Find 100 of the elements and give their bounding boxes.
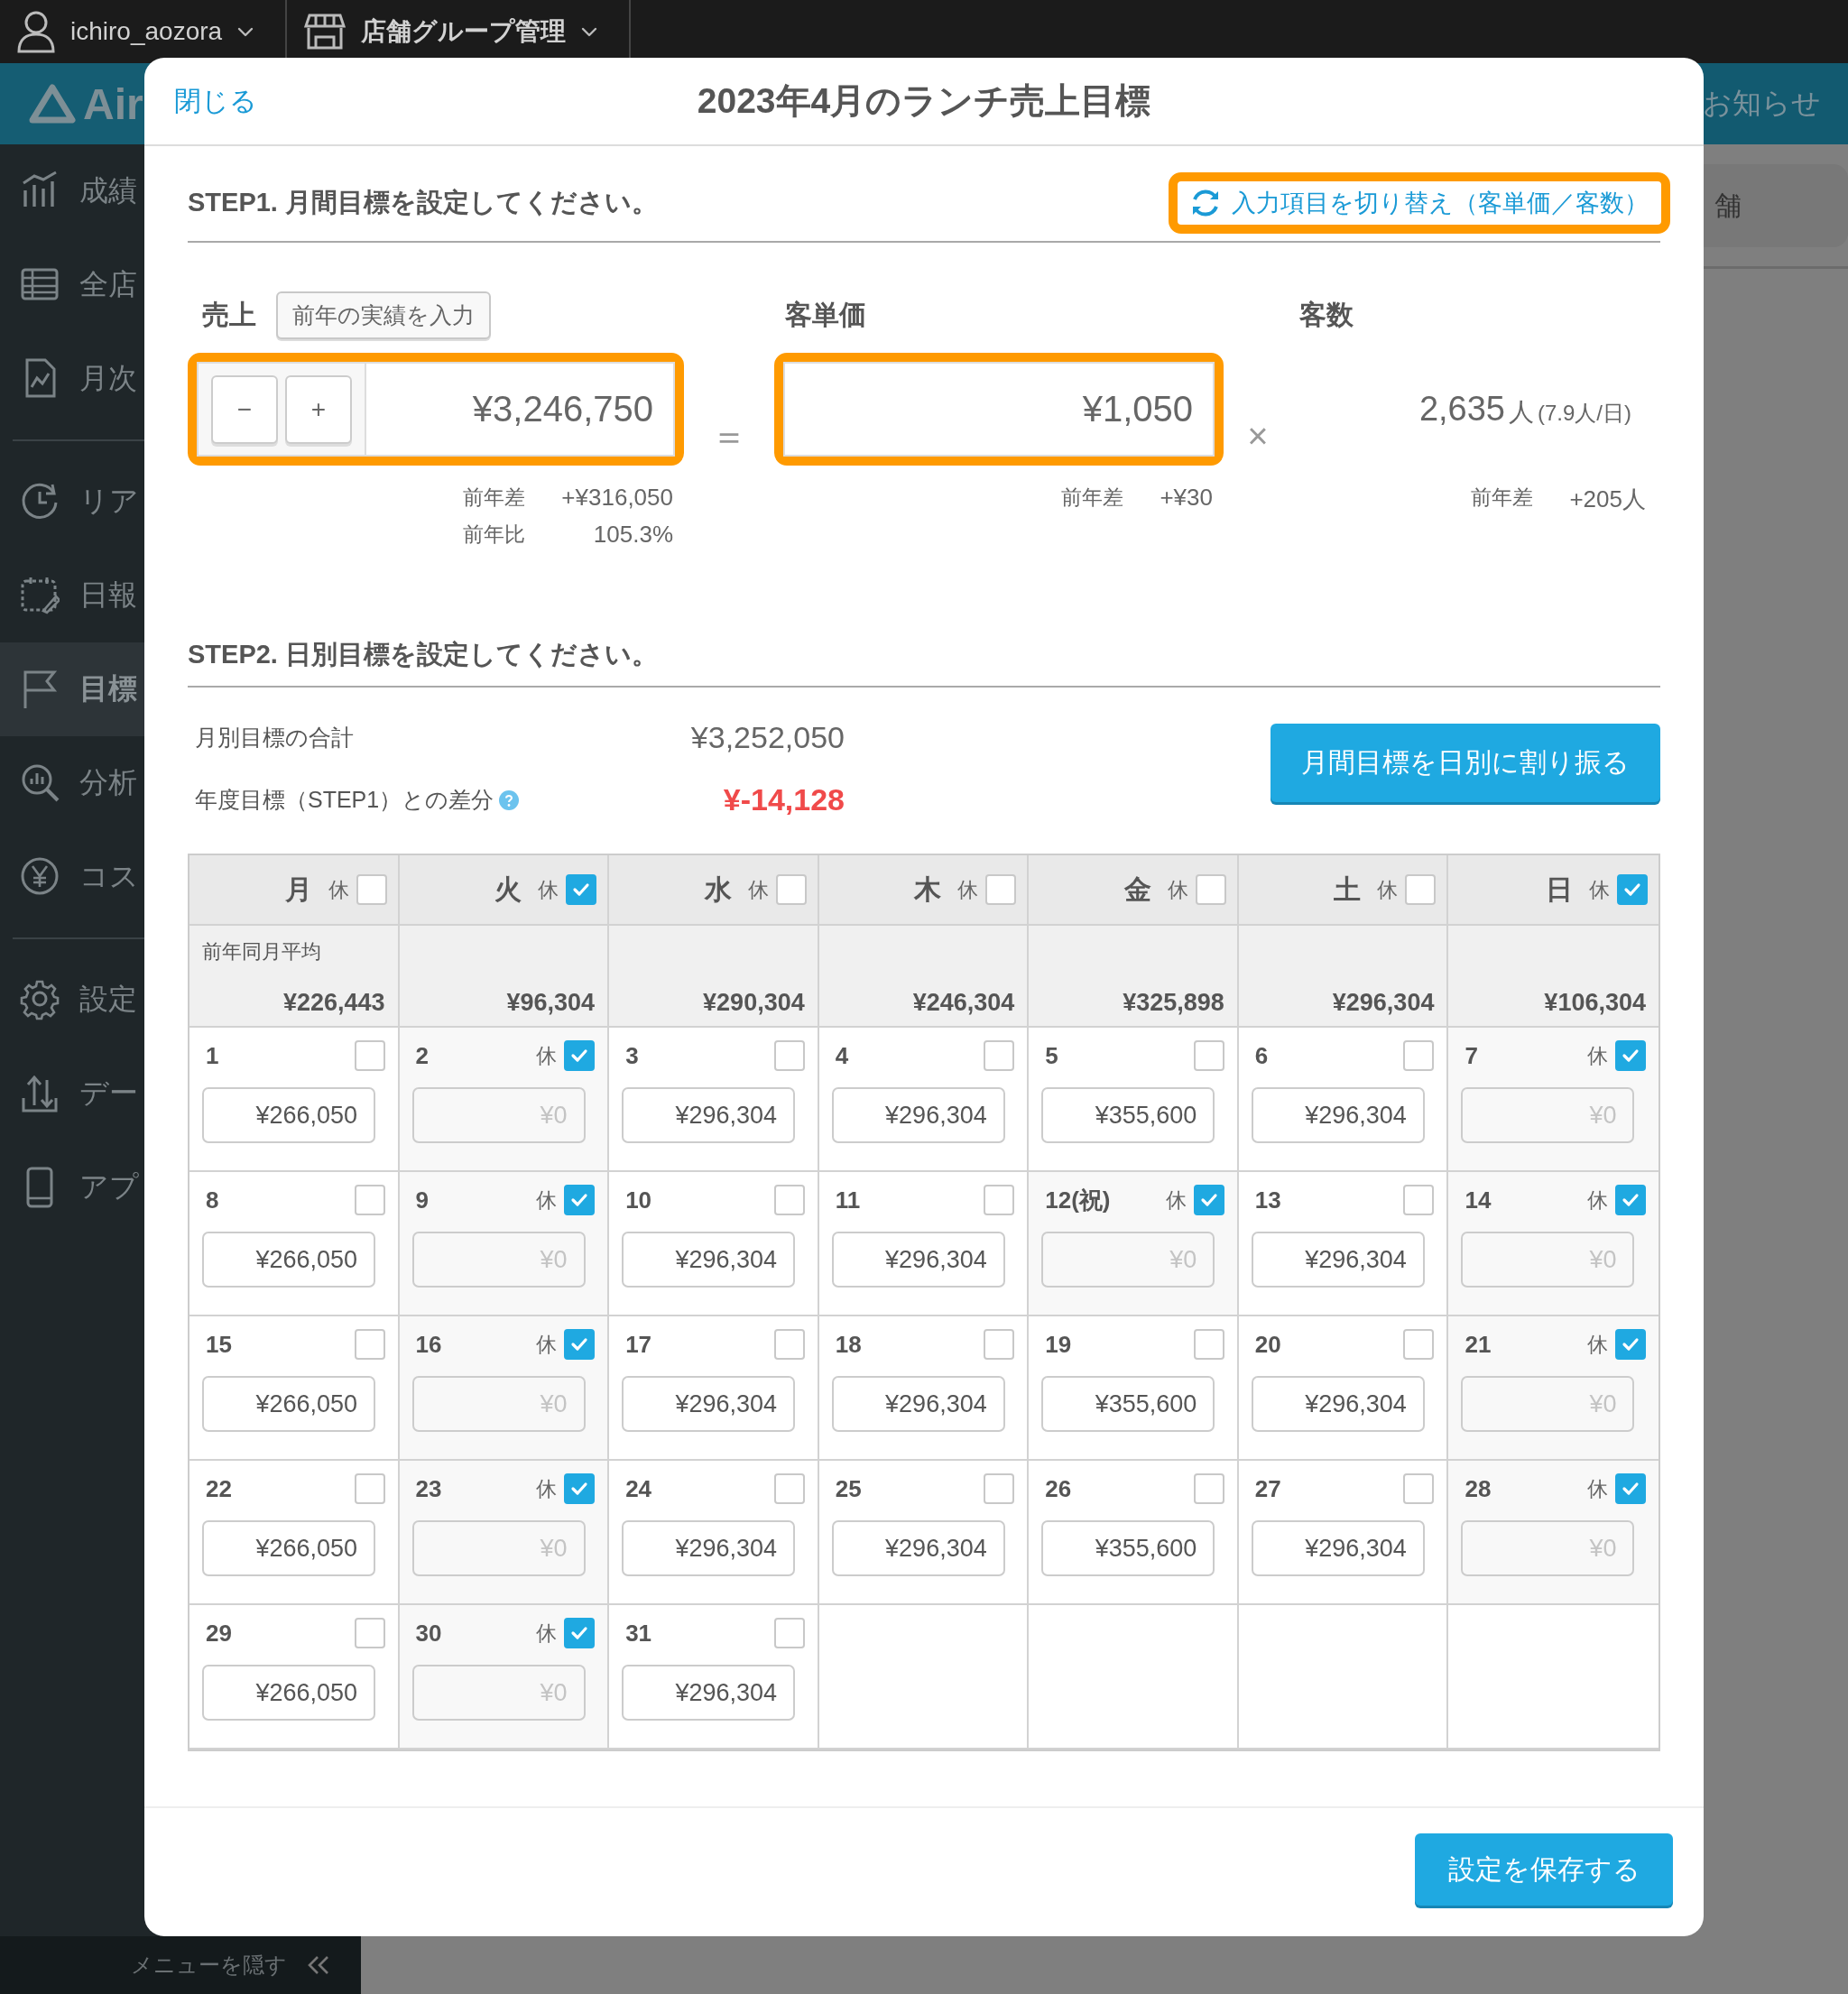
nav-item[interactable]: 日報 [0,549,144,642]
checkbox[interactable] [354,1618,385,1648]
closed-label: 休 [957,876,979,903]
nav-item[interactable]: アプ [0,1140,144,1234]
diff-label: 前年差 [1471,485,1534,511]
day-number: 18 [835,1330,862,1359]
checkbox[interactable] [1193,1473,1224,1504]
checkbox[interactable] [1615,1185,1646,1215]
checkbox[interactable] [1403,1040,1435,1071]
closed-label: 休 [747,876,769,903]
amount-input[interactable]: ¥296,304 [1251,1232,1425,1288]
checkbox[interactable] [773,1618,805,1648]
amount-input[interactable]: ¥266,050 [202,1376,375,1432]
checkbox[interactable] [566,874,597,905]
diff-value: +205人 [1569,485,1646,514]
checkbox[interactable] [773,1473,805,1504]
checkbox[interactable] [773,1185,805,1215]
checkbox[interactable] [775,874,807,905]
amount-input[interactable]: ¥296,304 [622,1376,796,1432]
help-icon[interactable] [499,789,520,810]
modal-title: 2023年4月のランチ売上目標 [697,80,1151,122]
prefill-button[interactable]: 前年の実績を入力 [276,291,491,339]
amount-input[interactable]: ¥355,600 [1041,1376,1215,1432]
settings-icon [20,979,60,1020]
checkbox[interactable] [1403,1473,1435,1504]
difference-label: 年度目標（STEP1）との差分 [195,786,494,814]
closed-label: 休 [1587,1475,1608,1502]
closed-label: 休 [536,1331,558,1358]
amount-input[interactable]: ¥296,304 [1251,1520,1425,1576]
checkbox[interactable] [984,1473,1015,1504]
nav-item[interactable]: 成績 [0,144,144,238]
checkbox[interactable] [1615,1473,1646,1504]
checkbox[interactable] [564,1618,596,1648]
amount-input[interactable]: ¥296,304 [1251,1376,1425,1432]
day-number: 5 [1045,1041,1058,1070]
average-value: ¥325,898 [1122,989,1224,1017]
checkbox[interactable] [985,874,1017,905]
checkbox[interactable] [773,1329,805,1360]
amount-input[interactable]: ¥296,304 [831,1232,1005,1288]
closed-label: 休 [1587,1042,1608,1069]
amount-input[interactable]: ¥266,050 [202,1232,375,1288]
day-number: 2 [415,1041,430,1070]
checkbox[interactable] [564,1329,596,1360]
amount-input[interactable]: ¥296,304 [831,1376,1005,1432]
average-value: ¥296,304 [1331,989,1435,1017]
amount-input[interactable]: ¥296,304 [831,1520,1005,1576]
amount-input[interactable]: ¥296,304 [831,1087,1005,1143]
nav-item[interactable]: リア [0,455,144,549]
amount-input[interactable]: ¥296,304 [622,1232,796,1288]
store-group-menu[interactable]: 店舗グループ管理 [361,14,567,49]
checkbox[interactable] [1193,1329,1224,1360]
amount-input[interactable]: ¥296,304 [1251,1087,1425,1143]
checkbox[interactable] [1615,1040,1646,1071]
checkbox[interactable] [356,874,387,905]
amount-input[interactable]: ¥355,600 [1041,1087,1215,1143]
nav-item[interactable]: 月次 [0,332,144,426]
double-chevron-left-icon[interactable] [307,1955,330,1975]
amount-input[interactable]: ¥296,304 [622,1087,796,1143]
close-link[interactable]: 閉じる [144,82,257,120]
checkbox[interactable] [1403,1329,1435,1360]
checkbox[interactable] [1615,1329,1646,1360]
day-number: 16 [415,1330,442,1359]
nav-item[interactable]: デー [0,1047,144,1140]
logo-text: Air [83,78,143,129]
amount-input[interactable]: ¥296,304 [622,1665,796,1721]
average-value: ¥290,304 [702,989,805,1017]
checkbox[interactable] [1617,874,1648,905]
checkbox[interactable] [564,1185,596,1215]
day-number: 3 [625,1041,639,1070]
checkbox[interactable] [984,1329,1015,1360]
checkbox[interactable] [1195,874,1226,905]
store-button[interactable]: 舗 [1704,164,1848,247]
checkbox[interactable] [564,1473,596,1504]
chevron-down-icon[interactable] [580,25,599,38]
nav-item[interactable]: 目標 [0,642,144,736]
amount-input[interactable]: ¥266,050 [202,1520,375,1576]
user-name[interactable]: ichiro_aozora [70,17,223,46]
checkbox[interactable] [1193,1040,1224,1071]
toggle-input-link[interactable]: 入力項目を切り替え（客単価／客数） [1169,172,1670,234]
amount-input[interactable]: ¥266,050 [202,1087,375,1143]
checkbox[interactable] [1403,1185,1435,1215]
chevron-down-icon[interactable] [236,25,255,38]
amount-input[interactable]: ¥355,600 [1041,1520,1215,1576]
amount-input[interactable]: ¥266,050 [202,1665,375,1721]
checkbox[interactable] [354,1329,385,1360]
checkbox[interactable] [984,1040,1015,1071]
nav-item[interactable]: 分析 [0,736,144,830]
checkbox[interactable] [354,1185,385,1215]
checkbox[interactable] [1193,1185,1224,1215]
checkbox[interactable] [354,1473,385,1504]
nav-item[interactable]: 全店 [0,238,144,332]
checkbox[interactable] [984,1185,1015,1215]
checkbox[interactable] [773,1040,805,1071]
amount-input[interactable]: ¥296,304 [622,1520,796,1576]
checkbox[interactable] [1405,874,1437,905]
checkbox[interactable] [354,1040,385,1071]
day-number: 26 [1045,1474,1072,1503]
checkbox[interactable] [564,1040,596,1071]
nav-item[interactable]: コス [0,830,144,924]
nav-item[interactable]: 設定 [0,953,144,1047]
